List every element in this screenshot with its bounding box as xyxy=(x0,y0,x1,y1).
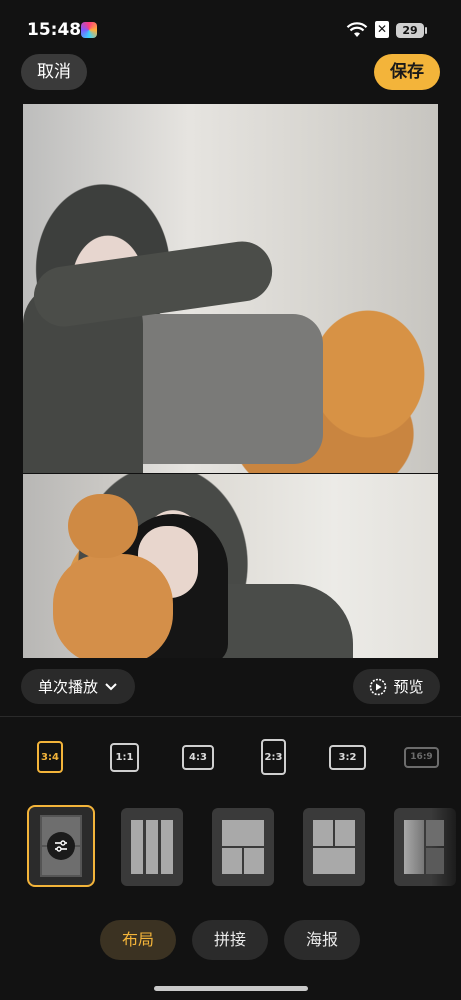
collage-photo-top[interactable] xyxy=(23,104,438,473)
ratio-label: 4:3 xyxy=(182,744,214,770)
battery-icon: 29 xyxy=(396,23,427,38)
tab-poster[interactable]: 海报 xyxy=(284,920,360,960)
sim-icon: ✕ xyxy=(375,21,389,38)
layout-option-two-top-bottom[interactable] xyxy=(303,808,365,886)
preview-label: 预览 xyxy=(393,678,424,696)
tab-layout[interactable]: 布局 xyxy=(100,920,176,960)
ratio-option-2-3[interactable]: 2:3 xyxy=(261,739,286,775)
ratio-option-3-2[interactable]: 3:2 xyxy=(329,741,366,773)
layout-option-three-columns[interactable] xyxy=(121,808,183,886)
cancel-button[interactable]: 取消 xyxy=(21,54,87,90)
layout-option-side-split[interactable] xyxy=(394,808,456,886)
collage-preview[interactable] xyxy=(23,104,438,658)
ratio-option-3-4[interactable]: 3:4 xyxy=(36,741,64,773)
status-bar: 15:48 ✕ 29 xyxy=(0,0,461,56)
play-mode-label: 单次播放 xyxy=(37,678,98,696)
save-button[interactable]: 保存 xyxy=(374,54,440,90)
wifi-icon xyxy=(346,22,368,37)
collage-photo-bottom[interactable] xyxy=(23,474,438,658)
home-indicator[interactable] xyxy=(154,986,308,991)
ratio-label: 16:9 xyxy=(404,746,439,768)
chevron-down-icon xyxy=(105,682,117,690)
ratio-label: 3:2 xyxy=(329,744,366,770)
status-time: 15:48 xyxy=(27,20,82,40)
play-circle-icon xyxy=(370,678,387,695)
ratio-option-4-3[interactable]: 4:3 xyxy=(182,741,214,773)
tab-stitch[interactable]: 拼接 xyxy=(192,920,268,960)
divider xyxy=(0,716,461,717)
layout-option-top-two-bottom[interactable] xyxy=(212,808,274,886)
ratio-option-1-1[interactable]: 1:1 xyxy=(110,741,139,773)
ratio-option-16-9[interactable]: 16:9 xyxy=(404,741,439,773)
ratio-label: 3:4 xyxy=(37,741,63,773)
app-notification-icon xyxy=(81,22,97,38)
adjust-layout-button[interactable] xyxy=(47,832,75,860)
layout-option-two-rows[interactable] xyxy=(27,805,95,887)
ratio-label: 1:1 xyxy=(110,742,139,772)
ratio-label: 2:3 xyxy=(261,739,286,775)
preview-button[interactable]: 预览 xyxy=(353,669,440,704)
play-mode-dropdown[interactable]: 单次播放 xyxy=(21,669,135,704)
sliders-icon xyxy=(55,840,67,852)
